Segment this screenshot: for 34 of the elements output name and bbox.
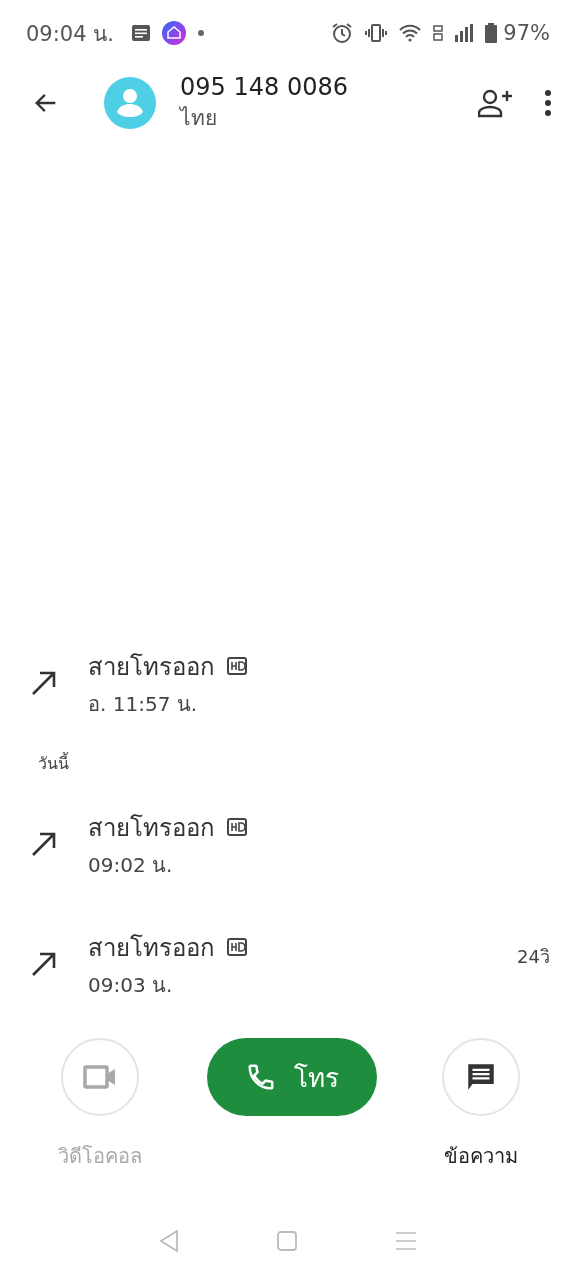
menu-icon [395, 1231, 418, 1251]
outgoing-call-icon [30, 669, 58, 697]
volte-icon [433, 24, 444, 42]
call-duration: 24วิ [517, 945, 550, 969]
action-label: วิดีโอคอล [58, 1143, 142, 1170]
call-type: สายโทรออก [88, 812, 215, 844]
battery-percentage: 97% [503, 21, 550, 45]
notification-icon [131, 25, 150, 41]
battery-icon [485, 23, 498, 43]
signal-icon [455, 24, 474, 42]
call-type: สายโทรออก [88, 651, 215, 683]
avatar-icon [104, 77, 156, 129]
contact-number: 095 148 0086 [180, 72, 349, 101]
outgoing-call-icon [30, 830, 58, 858]
call-time: 09:03 น. [88, 971, 174, 999]
more-icon [544, 89, 552, 117]
status-time: 09:04 น. [26, 20, 114, 48]
wifi-icon [399, 24, 422, 42]
call-time: 09:02 น. [88, 851, 174, 879]
add-person-icon [478, 88, 514, 118]
call-type: สายโทรออก [88, 932, 215, 964]
video-camera-icon [83, 1064, 117, 1090]
alarm-icon [331, 22, 354, 44]
outgoing-call-icon [30, 950, 58, 978]
app-icon [161, 21, 186, 45]
vibrate-icon [365, 24, 388, 42]
date-header: วันนี้ [37, 751, 70, 775]
contact-country: ไทย [180, 104, 218, 132]
dot-icon [197, 30, 204, 36]
call-time: อ. 11:57 น. [88, 690, 199, 718]
call-button[interactable]: โทร [207, 1038, 377, 1116]
square-icon [276, 1230, 298, 1252]
triangle-icon [158, 1229, 179, 1253]
action-label: ข้อความ [444, 1143, 518, 1170]
